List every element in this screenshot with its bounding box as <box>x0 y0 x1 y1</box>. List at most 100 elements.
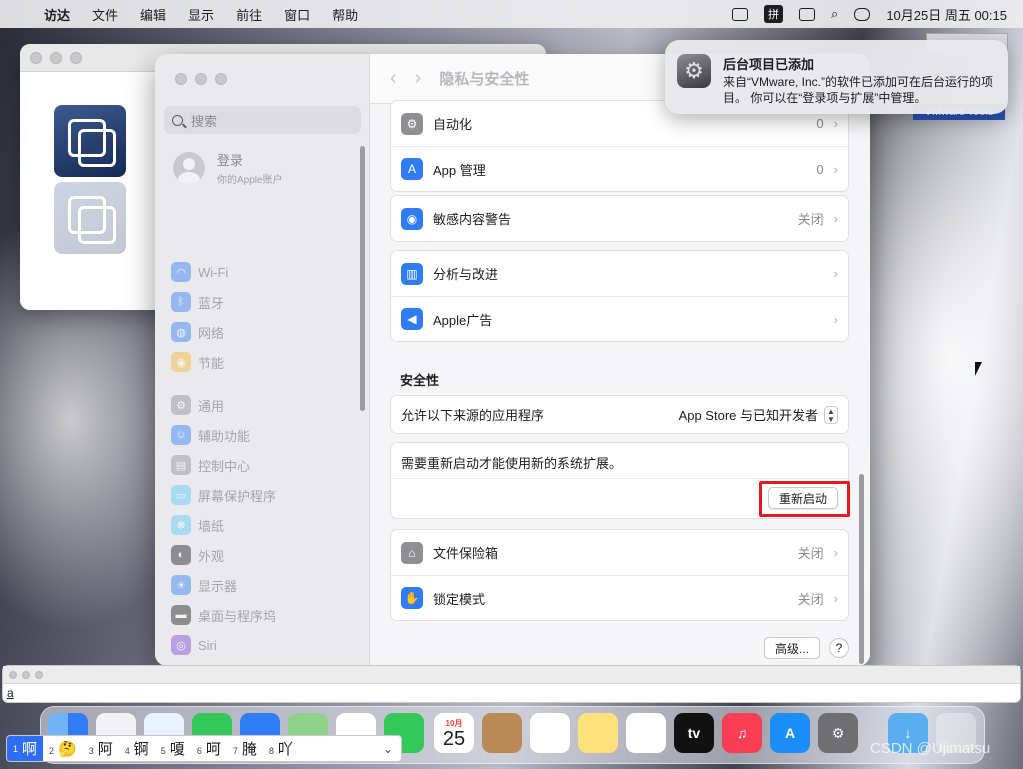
menu-edit[interactable]: 编辑 <box>140 5 166 24</box>
zoom-dot-icon[interactable] <box>215 73 227 85</box>
back-chevron-icon[interactable]: ‹ <box>390 67 397 90</box>
ime-candidate[interactable]: 5嗄 <box>155 738 191 759</box>
sidebar-item[interactable]: ❋ 墙纸 <box>171 515 224 535</box>
menu-view[interactable]: 显示 <box>188 5 214 24</box>
row-apple-ads[interactable]: ◀ Apple广告 › <box>391 296 848 341</box>
close-dot-icon[interactable] <box>175 73 187 85</box>
sidebar-item[interactable]: ▬ 桌面与程序坞 <box>171 605 276 625</box>
sidebar-item-icon: ☀ <box>171 575 191 595</box>
row-label: 锁定模式 <box>433 591 486 607</box>
notes-icon[interactable] <box>578 713 618 753</box>
system-settings-icon[interactable]: ⚙ <box>818 713 858 753</box>
reminders-icon[interactable] <box>530 713 570 753</box>
row-analytics[interactable]: ▥ 分析与改进 › <box>391 251 848 296</box>
sidebar-item-label: 桌面与程序坞 <box>198 608 277 624</box>
search-icon <box>172 114 183 126</box>
minimize-dot-icon[interactable] <box>195 73 207 85</box>
chevron-right-icon: › <box>833 211 838 226</box>
house-lock-icon: ⌂ <box>401 541 423 564</box>
avatar <box>173 152 205 184</box>
row-label: 文件保险箱 <box>433 546 499 561</box>
row-app-management[interactable]: A App 管理 0 › <box>391 146 848 191</box>
sidebar-item[interactable]: ⚙ 通用 <box>171 395 224 415</box>
sidebar-item[interactable]: ▤ 控制中心 <box>171 455 250 475</box>
close-dot-icon[interactable] <box>30 51 42 64</box>
ime-candidate-bar: 1啊 2 🤔 3阿 4锕 5嗄 6呵 7腌 8吖 ⌄ <box>6 735 402 762</box>
sidebar-item[interactable]: ◐ 外观 <box>171 545 224 565</box>
watermark: CSDN @Ujimatsu <box>870 740 991 757</box>
advanced-button[interactable]: 高级... <box>764 637 820 659</box>
pane-scrollbar[interactable] <box>859 474 864 664</box>
row-value: 关闭 <box>797 591 824 607</box>
row-value: 0 <box>816 161 824 177</box>
help-button[interactable]: ? <box>829 638 849 658</box>
chevron-right-icon: › <box>833 161 838 177</box>
ime-candidate[interactable]: 1啊 <box>7 736 44 761</box>
ime-candidate[interactable]: 4锕 <box>119 738 155 759</box>
sidebar-item[interactable]: ☺ 辅助功能 <box>171 425 250 445</box>
sidebar-item[interactable]: ◎ Siri <box>171 635 217 655</box>
chevron-right-icon: › <box>833 311 838 327</box>
zoom-dot-icon[interactable] <box>35 670 43 679</box>
card-sensitive: ◉ 敏感内容警告 关闭 › <box>390 195 849 242</box>
card-security-bottom: ⌂ 文件保险箱 关闭 › ✋ 锁定模式 关闭 › <box>390 529 849 621</box>
spotlight-search-icon[interactable]: ⌕ <box>831 6 838 22</box>
sidebar-item-label: Siri <box>198 637 217 653</box>
apple-account-login[interactable]: 登录 你的Apple账户 <box>173 150 283 186</box>
chevron-right-icon: › <box>833 116 838 131</box>
screen-record-icon[interactable] <box>732 7 749 21</box>
search-field[interactable]: 搜索 <box>164 106 361 134</box>
sidebar-item-label: 屏幕保护程序 <box>198 488 277 504</box>
sidebar-item[interactable]: ᛒ 蓝牙 <box>171 292 224 312</box>
row-sensitive-content-warning[interactable]: ◉ 敏感内容警告 关闭 › <box>391 196 848 241</box>
close-dot-icon[interactable] <box>9 670 17 679</box>
chevron-right-icon: › <box>833 590 838 606</box>
sidebar-item[interactable]: ▭ 屏幕保护程序 <box>171 485 276 505</box>
sidebar-item[interactable]: ☀ 显示器 <box>171 575 237 595</box>
ime-candidate[interactable]: 7腌 <box>227 738 263 759</box>
menu-clock[interactable]: 10月25日 周五 00:15 <box>886 5 1007 24</box>
menu-go[interactable]: 前往 <box>236 5 262 24</box>
sidebar-item[interactable]: ◉ 节能 <box>171 352 224 372</box>
eye-icon: ◉ <box>401 207 423 230</box>
display-mirror-icon[interactable] <box>799 7 816 21</box>
contacts-icon[interactable] <box>482 713 522 753</box>
menu-bar: 访达 文件 编辑 显示 前往 窗口 帮助 拼 ⌕ 10月25日 周五 00:15 <box>0 0 1023 28</box>
sidebar-item-icon: ⚙ <box>171 395 191 415</box>
sidebar-item[interactable]: ◠ Wi-Fi <box>171 262 228 282</box>
forward-chevron-icon[interactable]: › <box>415 67 422 90</box>
row-filevault[interactable]: ⌂ 文件保险箱 关闭 › <box>391 530 848 575</box>
freeform-icon[interactable] <box>626 713 666 753</box>
sidebar-item-icon: ◍ <box>171 322 191 342</box>
ime-candidate[interactable]: 6呵 <box>191 738 227 759</box>
menu-app-name[interactable]: 访达 <box>44 5 70 24</box>
menu-file[interactable]: 文件 <box>92 5 118 24</box>
chevron-down-icon[interactable]: ⌄ <box>383 742 393 756</box>
input-method-indicator[interactable]: 拼 <box>764 5 784 23</box>
apple-tv-icon[interactable]: tv <box>674 713 714 753</box>
sidebar-item-label: 蓝牙 <box>198 295 225 311</box>
menu-help[interactable]: 帮助 <box>332 5 358 24</box>
ime-candidate[interactable]: 8吖 <box>263 738 299 759</box>
megaphone-icon: ◀ <box>401 308 423 330</box>
ime-candidate[interactable]: 2 🤔 <box>43 740 83 758</box>
control-center-icon[interactable] <box>854 7 871 21</box>
app-store-icon[interactable]: A <box>770 713 810 753</box>
music-icon[interactable]: ♫ <box>722 713 762 753</box>
sidebar-item[interactable]: ◍ 网络 <box>171 322 224 342</box>
zoom-dot-icon[interactable] <box>70 51 82 64</box>
notification-banner[interactable]: ⚙ 后台项目已添加 来自“VMware, Inc.”的软件已添加可在后台运行的项… <box>665 40 1008 114</box>
sidebar-scrollbar[interactable] <box>360 146 365 411</box>
composing-text[interactable]: a <box>3 684 1020 702</box>
card-allow-apps: 允许以下来源的应用程序 App Store 与已知开发者 ▲ ▼ <box>390 395 849 434</box>
menu-window[interactable]: 窗口 <box>284 5 310 24</box>
row-lockdown-mode[interactable]: ✋ 锁定模式 关闭 › <box>391 575 848 620</box>
allow-apps-popup[interactable]: App Store 与已知开发者 ▲ ▼ <box>679 405 838 424</box>
row-label: 分析与改进 <box>433 267 499 282</box>
sidebar-item-label: Wi-Fi <box>198 264 229 280</box>
minimize-dot-icon[interactable] <box>50 51 62 64</box>
hand-icon: ✋ <box>401 587 423 609</box>
calendar-icon[interactable]: 10月 25 <box>434 713 474 753</box>
minimize-dot-icon[interactable] <box>22 670 30 679</box>
ime-candidate[interactable]: 3阿 <box>83 738 119 759</box>
